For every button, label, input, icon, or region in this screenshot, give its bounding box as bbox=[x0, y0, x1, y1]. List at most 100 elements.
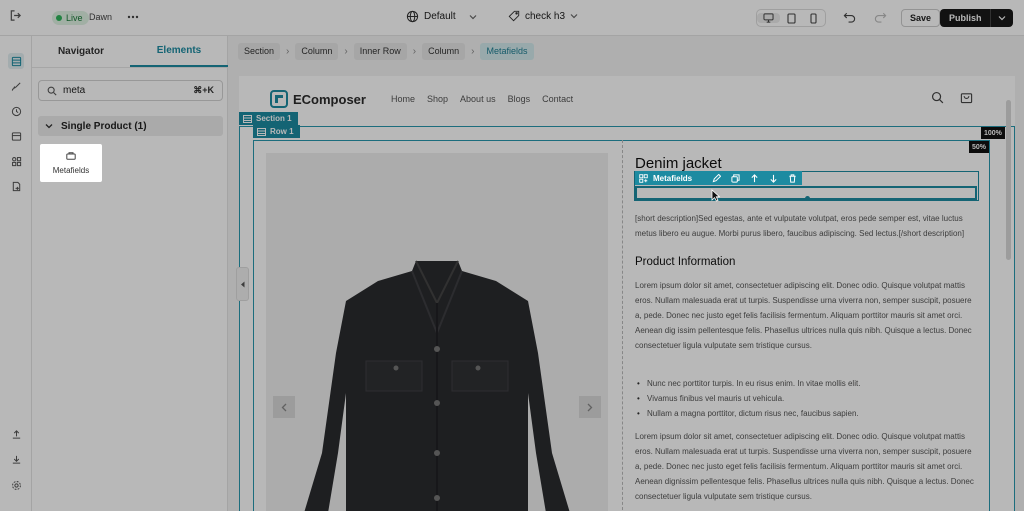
edit-icon[interactable] bbox=[707, 173, 726, 183]
undo-icon bbox=[843, 11, 856, 23]
elements-panel: Navigator Elements ⌘+K Single Product (1… bbox=[32, 36, 228, 511]
metafields-icon bbox=[639, 173, 648, 183]
mobile-view-button[interactable] bbox=[802, 12, 825, 24]
page-canvas: EComposer Home Shop About us Blogs Conta… bbox=[239, 76, 1015, 511]
chevron-left-icon bbox=[281, 403, 287, 412]
viewport-switcher bbox=[756, 9, 826, 27]
section-tag-label: Section 1 bbox=[256, 114, 292, 123]
theme-name: Dawn bbox=[89, 12, 113, 22]
row-tag[interactable]: Row 1 bbox=[253, 125, 300, 138]
tablet-view-button[interactable] bbox=[780, 12, 803, 24]
nav-blogs[interactable]: Blogs bbox=[508, 94, 531, 104]
product-image bbox=[304, 260, 570, 511]
site-nav: Home Shop About us Blogs Contact bbox=[391, 94, 573, 104]
undo-button[interactable] bbox=[843, 11, 856, 23]
publish-options-chevron-icon[interactable] bbox=[991, 15, 1013, 21]
row-icon bbox=[257, 127, 266, 136]
globe-icon bbox=[406, 10, 419, 23]
panel-tabs: Navigator Elements bbox=[32, 36, 228, 68]
cart-icon[interactable] bbox=[960, 91, 973, 104]
column-divider bbox=[622, 140, 623, 511]
chevron-down-icon bbox=[45, 123, 53, 129]
breadcrumb-section[interactable]: Section bbox=[238, 42, 281, 60]
logo-text: EComposer bbox=[293, 91, 366, 107]
breadcrumb-inner-column[interactable]: Column bbox=[422, 42, 466, 60]
device-selector[interactable]: Default bbox=[406, 10, 477, 23]
save-button[interactable]: Save bbox=[901, 9, 941, 27]
live-badge: Live bbox=[52, 11, 89, 25]
row-tag-label: Row 1 bbox=[270, 127, 294, 136]
chevron-down-icon bbox=[570, 13, 578, 19]
more-options-button[interactable] bbox=[126, 10, 140, 24]
toolbar-label: Metafields bbox=[653, 173, 693, 183]
short-description: [short description]Sed egestas, ante et … bbox=[635, 214, 965, 238]
metafields-element-tile[interactable]: Metafields bbox=[40, 144, 102, 182]
history-icon[interactable] bbox=[8, 103, 24, 119]
element-search[interactable]: ⌘+K bbox=[38, 80, 223, 101]
live-dot-icon bbox=[56, 15, 62, 21]
toolbar-element-name[interactable]: Metafields bbox=[635, 174, 707, 183]
desktop-view-button[interactable] bbox=[757, 13, 780, 23]
element-toolbar: Metafields bbox=[635, 171, 802, 185]
section-tag[interactable]: Section 1 bbox=[239, 112, 298, 125]
site-logo[interactable]: EComposer bbox=[270, 90, 366, 108]
breadcrumb-inner-row[interactable]: Inner Row bbox=[353, 42, 407, 60]
chevron-right-icon: › bbox=[286, 45, 290, 57]
nav-about[interactable]: About us bbox=[460, 94, 496, 104]
breadcrumb-column[interactable]: Column bbox=[295, 42, 339, 60]
search-input[interactable] bbox=[63, 85, 188, 96]
device-label: Default bbox=[424, 11, 456, 22]
tool-rail bbox=[0, 36, 32, 511]
single-product-group[interactable]: Single Product (1) bbox=[38, 116, 223, 136]
tag-icon bbox=[508, 10, 520, 22]
page-label: check h3 bbox=[525, 10, 566, 22]
collapse-panel-handle[interactable] bbox=[236, 267, 249, 301]
resize-handle[interactable] bbox=[805, 196, 810, 201]
duplicate-icon[interactable] bbox=[726, 173, 745, 183]
gallery-prev-button[interactable] bbox=[273, 396, 295, 418]
redo-button[interactable] bbox=[874, 11, 887, 23]
gallery-next-button[interactable] bbox=[579, 396, 601, 418]
settings-icon[interactable] bbox=[8, 477, 24, 493]
list-item: Nullam a magna porttitor, dictum risus n… bbox=[635, 406, 980, 421]
info-paragraph-1: Lorem ipsum dolor sit amet, consectetuer… bbox=[635, 281, 972, 350]
product-info-heading: Product Information bbox=[635, 256, 736, 268]
delete-icon[interactable] bbox=[783, 173, 802, 183]
logo-icon bbox=[270, 90, 288, 108]
move-up-icon[interactable] bbox=[745, 173, 764, 183]
nav-home[interactable]: Home bbox=[391, 94, 415, 104]
search-icon[interactable] bbox=[931, 91, 944, 104]
exit-icon[interactable] bbox=[9, 9, 22, 22]
page-export-icon[interactable] bbox=[8, 178, 24, 194]
breadcrumb-metafields[interactable]: Metafields bbox=[480, 42, 534, 60]
canvas-scrollbar[interactable] bbox=[1006, 100, 1011, 260]
tab-navigator[interactable]: Navigator bbox=[32, 36, 130, 67]
top-bar: Live Dawn Default check h3 Save Publish bbox=[0, 0, 1024, 36]
box-icon[interactable] bbox=[8, 128, 24, 144]
column-width-badge: 50% bbox=[969, 141, 990, 153]
nav-contact[interactable]: Contact bbox=[542, 94, 573, 104]
nav-shop[interactable]: Shop bbox=[427, 94, 448, 104]
move-down-icon[interactable] bbox=[764, 174, 783, 183]
section-icon bbox=[243, 114, 252, 123]
breadcrumb: Section › Column › Inner Row › Column › … bbox=[228, 36, 1024, 66]
chevron-right-icon bbox=[587, 403, 593, 412]
brush-icon[interactable] bbox=[8, 78, 24, 94]
apps-icon[interactable] bbox=[8, 153, 24, 169]
upload-icon[interactable] bbox=[8, 426, 24, 442]
tab-elements[interactable]: Elements bbox=[130, 36, 228, 67]
chevron-left-icon bbox=[240, 281, 245, 288]
chevron-right-icon: › bbox=[344, 45, 348, 57]
section-width-badge: 100% bbox=[981, 127, 1005, 139]
mouse-pointer-icon bbox=[711, 189, 720, 202]
list-item: Vivamus finibus vel mauris ut vehicula. bbox=[635, 391, 980, 406]
publish-button[interactable]: Publish bbox=[940, 9, 1013, 27]
info-paragraph-2: Lorem ipsum dolor sit amet, consectetuer… bbox=[635, 432, 974, 501]
page-selector[interactable]: check h3 bbox=[508, 10, 578, 22]
layers-icon[interactable] bbox=[8, 53, 24, 69]
publish-label[interactable]: Publish bbox=[940, 9, 991, 27]
site-header: EComposer Home Shop About us Blogs Conta… bbox=[239, 76, 1015, 122]
redo-icon bbox=[874, 11, 887, 23]
download-icon[interactable] bbox=[8, 451, 24, 467]
metafields-icon bbox=[66, 151, 76, 160]
